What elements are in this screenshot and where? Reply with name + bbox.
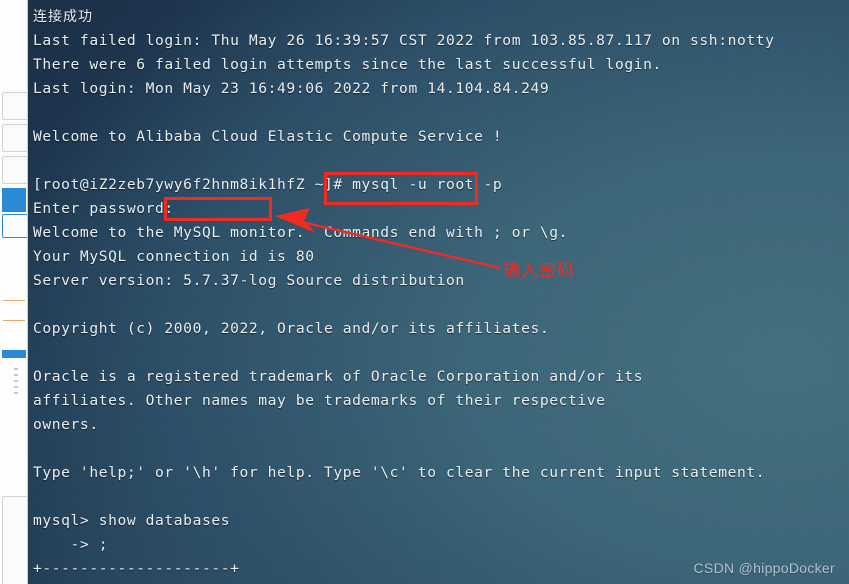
terminal-line: Copyright (c) 2000, 2022, Oracle and/or … bbox=[33, 320, 550, 337]
terminal-line: Type 'help;' or '\h' for help. Type '\c'… bbox=[33, 464, 766, 481]
terminal-line: -> ; bbox=[33, 536, 109, 553]
terminal-line: There were 6 failed login attempts since… bbox=[33, 56, 662, 73]
bg-panel-item bbox=[2, 496, 28, 584]
terminal-line: owners. bbox=[33, 416, 99, 433]
terminal-line: mysql> show databases bbox=[33, 512, 231, 529]
screenshot-root: 连接成功 Last failed login: Thu May 26 16:39:… bbox=[0, 0, 849, 584]
terminal-line: affiliates. Other names may be trademark… bbox=[33, 392, 606, 409]
terminal-line: Your MySQL connection id is 80 bbox=[33, 248, 315, 265]
background-window-sliver bbox=[0, 0, 28, 584]
annotation-label-enter-password: 输入密码 bbox=[503, 261, 575, 281]
bg-divider bbox=[3, 300, 25, 301]
terminal-line: 连接成功 bbox=[33, 9, 93, 25]
bg-panel-selected-item bbox=[2, 188, 26, 212]
bg-dot-column bbox=[14, 368, 18, 398]
bg-panel-accent bbox=[2, 350, 26, 358]
bg-panel-item bbox=[2, 124, 28, 152]
terminal-line: Last failed login: Thu May 26 16:39:57 C… bbox=[33, 32, 775, 49]
watermark: CSDN @hippoDocker bbox=[693, 560, 835, 576]
bg-panel-item bbox=[2, 92, 28, 120]
terminal-line: Welcome to Alibaba Cloud Elastic Compute… bbox=[33, 128, 503, 145]
bg-panel-item bbox=[2, 156, 28, 184]
annotation-box-mysql-command bbox=[324, 172, 478, 205]
annotation-box-password-input bbox=[164, 197, 272, 221]
terminal-window[interactable]: 连接成功 Last failed login: Thu May 26 16:39:… bbox=[28, 0, 849, 584]
bg-panel-item bbox=[2, 214, 28, 238]
terminal-line: Welcome to the MySQL monitor. Commands e… bbox=[33, 224, 569, 241]
terminal-line: Last login: Mon May 23 16:49:06 2022 fro… bbox=[33, 80, 550, 97]
terminal-line: Server version: 5.7.37-log Source distri… bbox=[33, 272, 465, 289]
bg-divider bbox=[3, 320, 25, 321]
terminal-output: 连接成功 Last failed login: Thu May 26 16:39:… bbox=[31, 5, 849, 584]
terminal-line: Oracle is a registered trademark of Orac… bbox=[33, 368, 644, 385]
